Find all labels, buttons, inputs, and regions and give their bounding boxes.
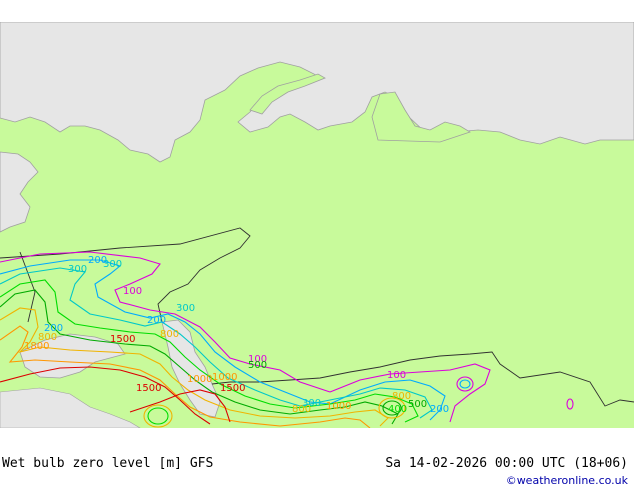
contour-label: 300	[68, 264, 87, 275]
contour-label: 200	[44, 323, 63, 334]
contour-label: 300	[302, 398, 321, 409]
contour-label: 800	[160, 329, 179, 340]
contour-label: 1000	[187, 374, 212, 385]
contour-label: 1000	[326, 401, 351, 412]
contour-label: 500	[248, 360, 267, 371]
weather-map: 200 300 300 100 200 300 800 800 200 1800…	[0, 22, 634, 428]
contour-label: 100	[387, 370, 406, 381]
contour-label: 200	[147, 315, 166, 326]
contour-label: 1500	[136, 383, 161, 394]
contour-label: 1500	[110, 334, 135, 345]
credit-link[interactable]: ©weatheronline.co.uk	[506, 474, 628, 487]
contour-label: 1500	[220, 383, 245, 394]
valid-time: Sa 14-02-2026 00:00 UTC (18+06)	[385, 456, 628, 471]
contour-label: 500	[408, 399, 427, 410]
contour-label: 200	[430, 404, 449, 415]
contour-label: 100	[123, 286, 142, 297]
map-title: Wet bulb zero level [m] GFS	[2, 456, 214, 471]
contour-label: 1000	[212, 372, 237, 383]
contour-label: 1800	[24, 341, 49, 352]
contour-label: 400	[388, 404, 407, 415]
contour-label: 300	[176, 303, 195, 314]
contour-label: 300	[103, 259, 122, 270]
